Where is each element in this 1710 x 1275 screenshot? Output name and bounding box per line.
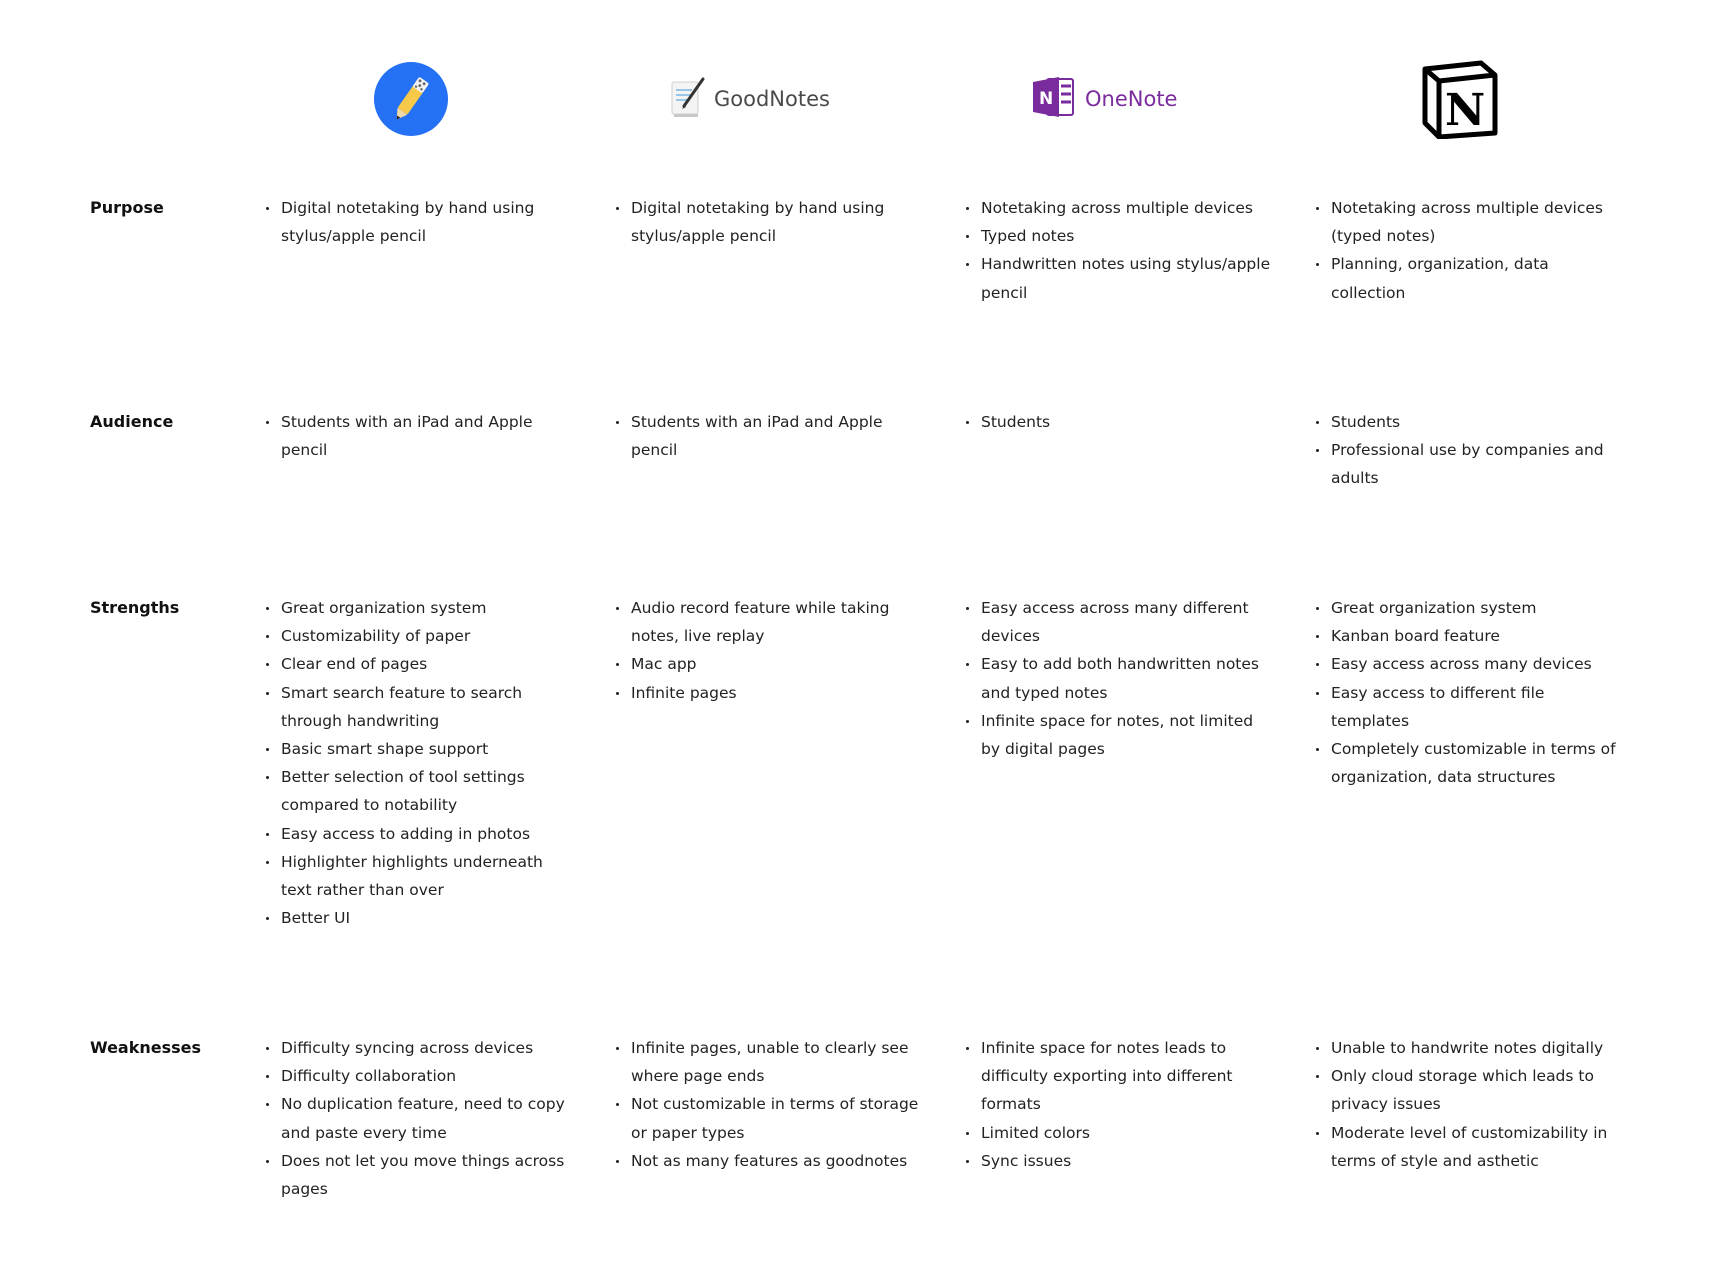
row-label: Weaknesses bbox=[90, 1038, 202, 1057]
row-label: Purpose bbox=[90, 198, 164, 217]
list-item: Infinite space for notes leads to diffic… bbox=[965, 1034, 1275, 1119]
bullet-list: Infinite pages, unable to clearly see wh… bbox=[615, 1034, 925, 1175]
bullet-list: Difficulty syncing across devices Diffic… bbox=[265, 1034, 575, 1203]
list-item: Better selection of tool settings compar… bbox=[265, 763, 575, 819]
list-item: Digital notetaking by hand using stylus/… bbox=[265, 194, 575, 250]
bullet-list: Easy access across many different device… bbox=[965, 594, 1275, 763]
bullet-list: Great organization system Kanban board f… bbox=[1315, 594, 1625, 791]
bullet-list: Digital notetaking by hand using stylus/… bbox=[615, 194, 925, 250]
list-item: Notetaking across multiple devices (type… bbox=[1315, 194, 1625, 250]
bullet-list: Infinite space for notes leads to diffic… bbox=[965, 1034, 1275, 1175]
row-label: Audience bbox=[90, 412, 174, 431]
list-item: Great organization system bbox=[1315, 594, 1625, 622]
list-item: Highlighter highlights underneath text r… bbox=[265, 848, 575, 904]
bullet-list: Students bbox=[965, 408, 1275, 436]
cell-notability: Difficulty syncing across devices Diffic… bbox=[265, 1034, 575, 1203]
bullet-list: Unable to handwrite notes digitally Only… bbox=[1315, 1034, 1625, 1175]
list-item: Smart search feature to search through h… bbox=[265, 679, 575, 735]
cell-notability: Great organization system Customizabilit… bbox=[265, 594, 575, 932]
list-item: Clear end of pages bbox=[265, 650, 575, 678]
list-item: Professional use by companies and adults bbox=[1315, 436, 1625, 492]
cell-goodnotes: Audio record feature while taking notes,… bbox=[615, 594, 925, 707]
list-item: Does not let you move things across page… bbox=[265, 1147, 575, 1203]
cell-goodnotes: Digital notetaking by hand using stylus/… bbox=[615, 194, 925, 250]
bullet-list: Digital notetaking by hand using stylus/… bbox=[265, 194, 575, 250]
list-item: Great organization system bbox=[265, 594, 575, 622]
cell-notion: Unable to handwrite notes digitally Only… bbox=[1315, 1034, 1625, 1175]
bullet-list: Students with an iPad and Apple pencil bbox=[265, 408, 575, 464]
list-item: Basic smart shape support bbox=[265, 735, 575, 763]
cell-notion: Notetaking across multiple devices (type… bbox=[1315, 194, 1625, 307]
cell-onenote: Notetaking across multiple devices Typed… bbox=[965, 194, 1275, 307]
list-item: Typed notes bbox=[965, 222, 1275, 250]
list-item: Audio record feature while taking notes,… bbox=[615, 594, 925, 650]
list-item: Difficulty syncing across devices bbox=[265, 1034, 575, 1062]
list-item: No duplication feature, need to copy and… bbox=[265, 1090, 575, 1146]
cell-onenote: Students bbox=[965, 408, 1275, 436]
bullet-list: Audio record feature while taking notes,… bbox=[615, 594, 925, 707]
cell-goodnotes: Infinite pages, unable to clearly see wh… bbox=[615, 1034, 925, 1175]
cell-notability: Digital notetaking by hand using stylus/… bbox=[265, 194, 575, 250]
goodnotes-logo-icon bbox=[670, 76, 706, 122]
list-item: Infinite space for notes, not limited by… bbox=[965, 707, 1275, 763]
onenote-logo: N OneNote bbox=[1031, 72, 1201, 126]
bullet-list: Students with an iPad and Apple pencil bbox=[615, 408, 925, 464]
list-item: Limited colors bbox=[965, 1119, 1275, 1147]
list-item: Handwritten notes using stylus/apple pen… bbox=[965, 250, 1275, 306]
list-item: Customizability of paper bbox=[265, 622, 575, 650]
cell-notion: Great organization system Kanban board f… bbox=[1315, 594, 1625, 791]
goodnotes-logo: GoodNotes bbox=[670, 72, 840, 126]
onenote-logo-icon: N bbox=[1031, 74, 1077, 124]
list-item: Moderate level of customizability in ter… bbox=[1315, 1119, 1625, 1175]
bullet-list: Students Professional use by companies a… bbox=[1315, 408, 1625, 493]
goodnotes-logo-text: GoodNotes bbox=[714, 87, 830, 111]
list-item: Only cloud storage which leads to privac… bbox=[1315, 1062, 1625, 1118]
list-item: Mac app bbox=[615, 650, 925, 678]
app-logo-row: GoodNotes N OneNote N bbox=[0, 0, 1710, 200]
list-item: Easy access across many different device… bbox=[965, 594, 1275, 650]
list-item: Notetaking across multiple devices bbox=[965, 194, 1275, 222]
list-item: Easy access to adding in photos bbox=[265, 820, 575, 848]
svg-text:N: N bbox=[1039, 89, 1053, 109]
list-item: Not as many features as goodnotes bbox=[615, 1147, 925, 1175]
list-item: Completely customizable in terms of orga… bbox=[1315, 735, 1625, 791]
bullet-list: Great organization system Customizabilit… bbox=[265, 594, 575, 932]
cell-goodnotes: Students with an iPad and Apple pencil bbox=[615, 408, 925, 464]
list-item: Difficulty collaboration bbox=[265, 1062, 575, 1090]
list-item: Sync issues bbox=[965, 1147, 1275, 1175]
list-item: Kanban board feature bbox=[1315, 622, 1625, 650]
list-item: Students bbox=[1315, 408, 1625, 436]
list-item: Easy access across many devices bbox=[1315, 650, 1625, 678]
list-item: Easy to add both handwritten notes and t… bbox=[965, 650, 1275, 706]
onenote-logo-text: OneNote bbox=[1085, 87, 1178, 111]
list-item: Not customizable in terms of storage or … bbox=[615, 1090, 925, 1146]
notion-logo-icon: N bbox=[1418, 58, 1500, 140]
list-item: Students bbox=[965, 408, 1275, 436]
list-item: Unable to handwrite notes digitally bbox=[1315, 1034, 1625, 1062]
cell-onenote: Infinite space for notes leads to diffic… bbox=[965, 1034, 1275, 1175]
list-item: Infinite pages bbox=[615, 679, 925, 707]
list-item: Students with an iPad and Apple pencil bbox=[265, 408, 575, 464]
list-item: Digital notetaking by hand using stylus/… bbox=[615, 194, 925, 250]
list-item: Students with an iPad and Apple pencil bbox=[615, 408, 925, 464]
cell-onenote: Easy access across many different device… bbox=[965, 594, 1275, 763]
cell-notion: Students Professional use by companies a… bbox=[1315, 408, 1625, 493]
bullet-list: Notetaking across multiple devices (type… bbox=[1315, 194, 1625, 307]
list-item: Planning, organization, data collection bbox=[1315, 250, 1625, 306]
row-label: Strengths bbox=[90, 598, 180, 617]
list-item: Easy access to different file templates bbox=[1315, 679, 1625, 735]
notability-logo-icon bbox=[374, 62, 448, 136]
cell-notability: Students with an iPad and Apple pencil bbox=[265, 408, 575, 464]
bullet-list: Notetaking across multiple devices Typed… bbox=[965, 194, 1275, 307]
list-item: Infinite pages, unable to clearly see wh… bbox=[615, 1034, 925, 1090]
list-item: Better UI bbox=[265, 904, 575, 932]
svg-text:N: N bbox=[1445, 85, 1485, 136]
